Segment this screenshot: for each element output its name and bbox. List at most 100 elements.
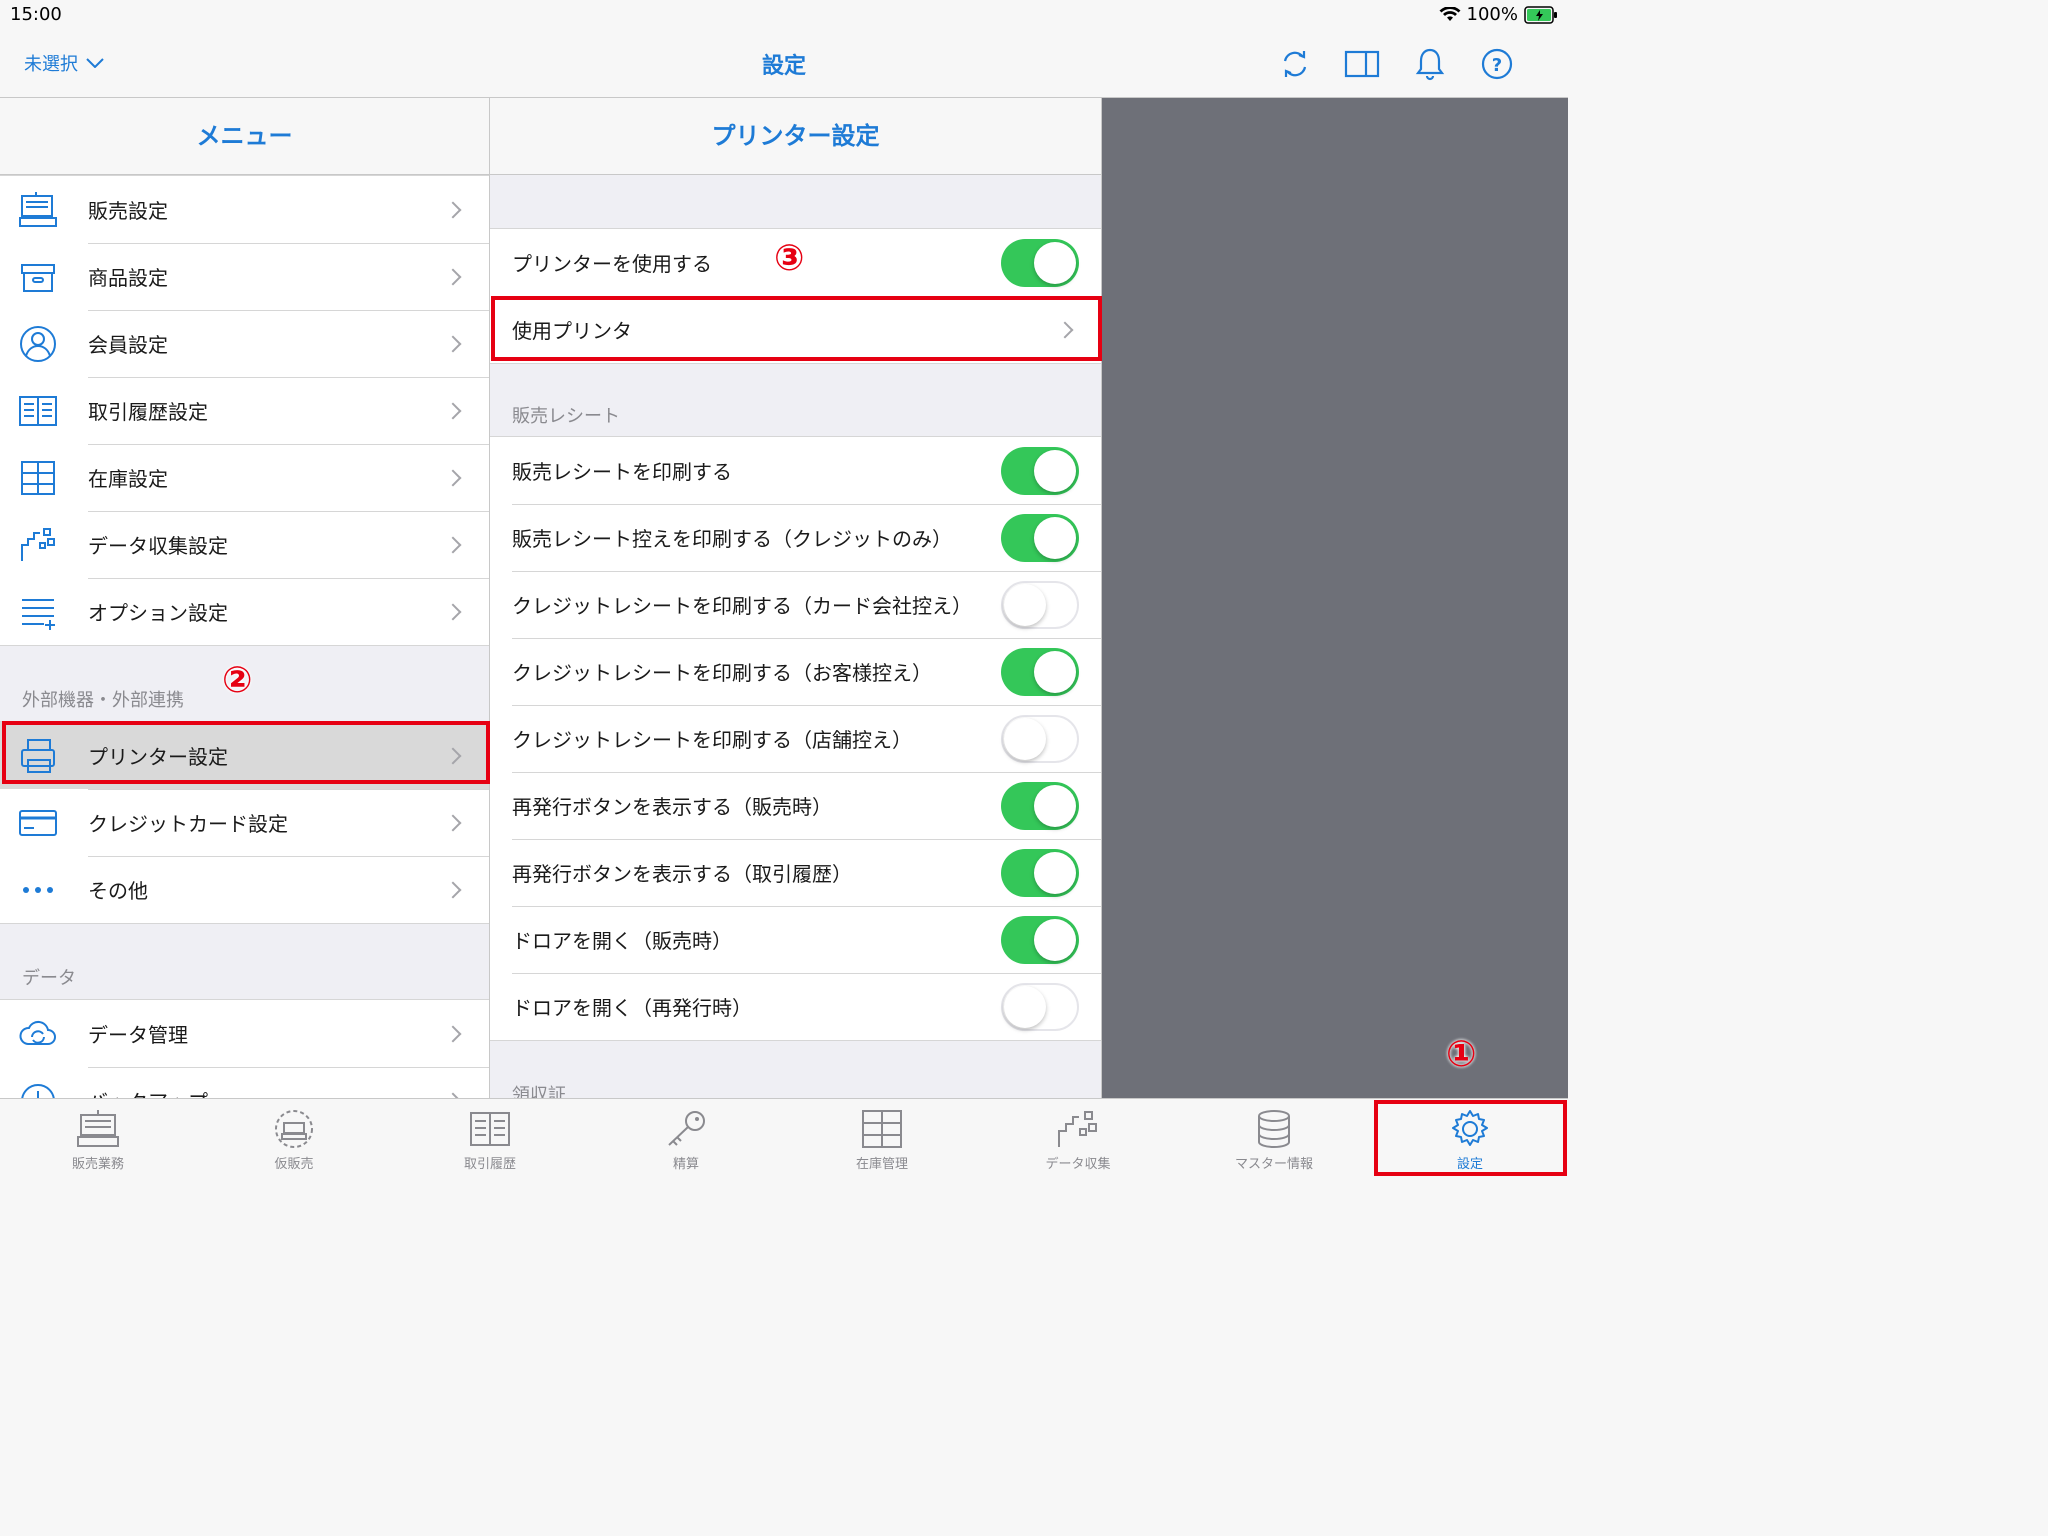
open-drawer-sales-toggle[interactable] — [1001, 915, 1079, 964]
section-header-data: データ — [22, 968, 76, 989]
print-receipt-copy-toggle[interactable] — [1001, 513, 1079, 562]
menu-item-label: オプション設定 — [88, 601, 228, 625]
person-icon — [0, 324, 88, 364]
toggle-label: 販売レシート控えを印刷する（クレジットのみ） — [512, 527, 952, 551]
tab-label: 設定 — [1456, 1157, 1483, 1172]
toggle-knob — [1034, 650, 1076, 693]
menu-item-label: バックアップ — [88, 1086, 447, 1098]
menu-item-history-settings[interactable]: 取引履歴設定 — [0, 377, 489, 444]
tab-label: マスター情報 — [1234, 1157, 1313, 1172]
receipt-toggle-group: 販売レシートを印刷する 販売レシート控えを印刷する（クレジットのみ） クレジット… — [490, 436, 1101, 1041]
nav-bar: 未選択 設定 ? — [0, 30, 1568, 98]
menu-item-member-settings[interactable]: 会員設定 — [0, 310, 489, 377]
tab-history[interactable]: 取引履歴 — [392, 1099, 588, 1176]
sync-icon[interactable] — [1277, 46, 1313, 82]
tab-data-collect[interactable]: データ収集 — [980, 1099, 1176, 1176]
menu-external-group: プリンター設定 クレジットカード設定 その他 — [0, 721, 489, 924]
section-header-receipt-proof: 領収証 — [512, 1085, 566, 1098]
menu-item-stock-settings[interactable]: 在庫設定 — [0, 444, 489, 511]
annotation-marker-3: ③ — [774, 238, 805, 279]
menu-data-group: データ管理 バックアップ — [0, 999, 489, 1098]
receipt-toggle-row: クレジットレシートを印刷する（お客様控え） — [490, 638, 1101, 705]
book-icon — [0, 391, 88, 431]
section-header-sales-receipt: 販売レシート — [512, 406, 620, 427]
tab-label: 取引履歴 — [463, 1157, 516, 1172]
register-icon — [0, 190, 88, 230]
tab-settings[interactable]: 設定 — [1372, 1099, 1568, 1176]
empty-detail-pane — [1102, 98, 1568, 1098]
tab-stock[interactable]: 在庫管理 — [784, 1099, 980, 1176]
open-drawer-reissue-toggle[interactable] — [1001, 982, 1079, 1031]
key-icon — [668, 1111, 705, 1146]
print-credit-store-toggle[interactable] — [1001, 714, 1079, 763]
database-icon — [1258, 1110, 1290, 1148]
menu-item-label: その他 — [88, 879, 148, 903]
menu-item-data-collect-settings[interactable]: データ収集設定 — [0, 511, 489, 578]
chevron-right-icon — [444, 201, 462, 218]
printer-settings-header: プリンター設定 — [490, 98, 1101, 175]
menu-item-data-management[interactable]: データ管理 — [0, 1000, 489, 1067]
use-printer-toggle[interactable] — [1001, 238, 1079, 287]
toggle-knob — [1004, 583, 1046, 626]
help-icon[interactable]: ? — [1479, 46, 1515, 82]
menu-item-label: 販売設定 — [88, 199, 168, 223]
print-sales-receipt-toggle[interactable] — [1001, 446, 1079, 495]
gear-icon — [1452, 1110, 1488, 1146]
menu-item-label: クレジットカード設定 — [88, 812, 288, 836]
tab-bar: 販売業務 仮販売 取引履歴 精算 在庫管理 データ収集 マスター情報 設定 — [0, 1098, 1568, 1176]
tab-label: 販売業務 — [71, 1157, 124, 1172]
menu-item-option-settings[interactable]: オプション設定 — [0, 578, 489, 645]
shelf-icon — [862, 1110, 902, 1148]
register-icon — [77, 1110, 119, 1147]
tab-label: 精算 — [672, 1157, 699, 1172]
clock-icon — [0, 1081, 88, 1098]
printer-icon — [0, 736, 88, 776]
reissue-button-history-toggle[interactable] — [1001, 848, 1079, 897]
cloud-sync-icon — [0, 1014, 88, 1054]
tab-label: データ収集 — [1045, 1157, 1111, 1172]
receipt-toggle-row: 販売レシート控えを印刷する（クレジットのみ） — [490, 504, 1101, 571]
bell-icon[interactable] — [1412, 46, 1448, 82]
printer-select-row[interactable]: 使用プリンタ — [490, 296, 1101, 363]
menu-item-sales-settings[interactable]: 販売設定 — [0, 176, 489, 243]
receipt-toggle-row: 販売レシートを印刷する — [490, 437, 1101, 504]
content-area: メニュー 販売設定 商品設定 会員設定 取引履歴設定 在庫設定 データ収集設定 … — [0, 98, 1568, 1098]
receipt-toggle-row: ドロアを開く（販売時） — [490, 906, 1101, 973]
toggle-label: クレジットレシートを印刷する（カード会社控え） — [512, 594, 972, 618]
menu-item-product-settings[interactable]: 商品設定 — [0, 243, 489, 310]
chevron-right-icon — [444, 881, 462, 898]
toggle-label: ドロアを開く（販売時） — [512, 929, 732, 953]
wifi-icon — [1439, 6, 1461, 21]
print-credit-customer-toggle[interactable] — [1001, 647, 1079, 696]
page-title: 設定 — [761, 54, 806, 79]
menu-item-backup[interactable]: バックアップ — [0, 1067, 489, 1098]
tab-temp-sale[interactable]: 仮販売 — [196, 1099, 392, 1176]
tab-settlement[interactable]: 精算 — [588, 1099, 784, 1176]
option-list-icon — [0, 592, 88, 632]
toggle-knob — [1034, 784, 1076, 827]
printer-select-label: 使用プリンタ — [512, 319, 632, 343]
menu-item-other[interactable]: その他 — [0, 856, 489, 923]
print-credit-card-company-toggle[interactable] — [1001, 580, 1079, 629]
annotation-marker-1: ① — [1446, 1034, 1477, 1075]
chevron-right-icon — [444, 536, 462, 553]
menu-item-credit-card-settings[interactable]: クレジットカード設定 — [0, 789, 489, 856]
chevron-right-icon — [1056, 321, 1074, 338]
menu-item-label: プリンター設定 — [88, 745, 228, 769]
reissue-button-sales-toggle[interactable] — [1001, 781, 1079, 830]
split-view-icon[interactable] — [1344, 46, 1380, 82]
data-collect-icon — [1058, 1111, 1097, 1147]
svg-text:?: ? — [1492, 55, 1502, 76]
toggle-label: クレジットレシートを印刷する（お客様控え） — [512, 661, 932, 685]
chevron-right-icon — [444, 814, 462, 831]
credit-card-icon — [0, 803, 88, 843]
menu-item-label: データ収集設定 — [88, 534, 228, 558]
menu-item-printer-settings[interactable]: プリンター設定 — [0, 722, 489, 789]
receipt-toggle-row: ドロアを開く（再発行時） — [490, 973, 1101, 1040]
menu-item-label: 商品設定 — [88, 266, 168, 290]
tab-sales[interactable]: 販売業務 — [0, 1099, 196, 1176]
annotation-marker-2: ② — [222, 660, 253, 701]
more-icon — [0, 870, 88, 910]
tab-master-info[interactable]: マスター情報 — [1176, 1099, 1372, 1176]
receipt-toggle-row: クレジットレシートを印刷する（店舗控え） — [490, 705, 1101, 772]
